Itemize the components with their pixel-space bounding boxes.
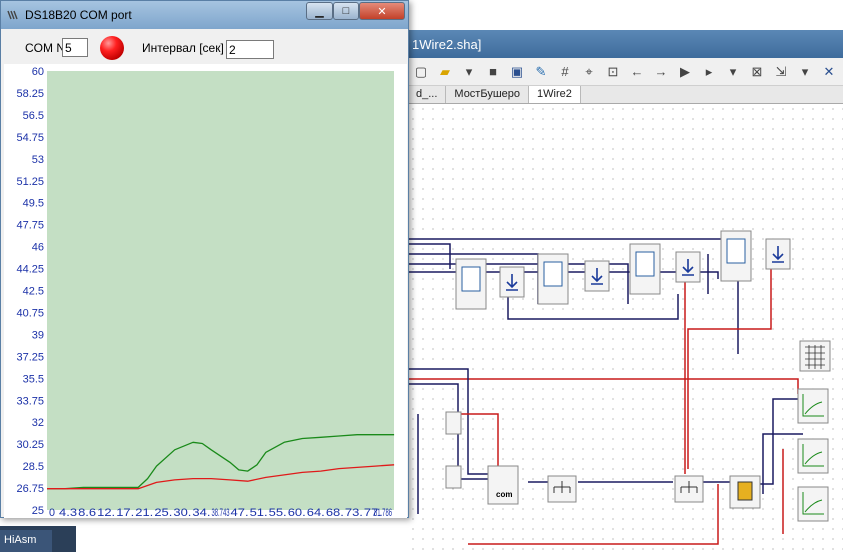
- x-tick-label: 60.: [288, 507, 306, 518]
- com-port-icon: com: [496, 490, 512, 499]
- x-tick-label: 25.: [154, 507, 172, 518]
- y-tick-label: 40.75: [16, 307, 44, 319]
- component-block[interactable]: [445, 465, 462, 489]
- document-icon: [543, 261, 563, 287]
- minimize-icon: ▁: [315, 5, 324, 18]
- x-tick-label: 30.: [173, 507, 191, 518]
- x-tick-label: 0: [49, 507, 55, 518]
- stop-icon[interactable]: ■: [484, 63, 502, 81]
- y-tick-label: 26.75: [16, 483, 44, 495]
- run-icon[interactable]: ▶: [676, 63, 694, 81]
- tools-icon[interactable]: ✕: [820, 63, 838, 81]
- scheme-diagram: com: [408, 230, 831, 545]
- x-tick-label: 12.: [97, 507, 115, 518]
- save-icon[interactable]: ▣: [508, 63, 526, 81]
- wire: [753, 398, 798, 485]
- y-tick-label: 25: [32, 505, 44, 517]
- x-tick-label: 34.: [192, 507, 210, 518]
- minimize-button[interactable]: ▁: [306, 2, 333, 20]
- com-number-label: COM N: [25, 41, 65, 55]
- document-icon: [461, 266, 481, 292]
- interval-input[interactable]: [226, 40, 274, 59]
- plot-area: [47, 71, 394, 510]
- scheme-canvas[interactable]: com: [408, 104, 843, 552]
- x-tick-label: 47.: [231, 507, 249, 518]
- dropdown-arrow-icon[interactable]: ▾: [796, 63, 814, 81]
- wire: [408, 378, 799, 394]
- editor-tabs: d_... МостБушеро 1Wire2: [408, 86, 843, 104]
- export-icon[interactable]: ⇲: [772, 63, 790, 81]
- y-tick-label: 51.25: [16, 176, 44, 188]
- y-tick-label: 53: [32, 154, 44, 166]
- x-tick-label: 17.: [116, 507, 134, 518]
- dropdown-arrow-icon[interactable]: ▾: [460, 63, 478, 81]
- dropdown-arrow-icon[interactable]: ▾: [724, 63, 742, 81]
- ds18b20-dialog: DS18B20 COM port ▁ □ ✕ COM N Интервал [с…: [0, 0, 409, 518]
- y-tick-label: 32: [32, 417, 44, 429]
- edit-icon[interactable]: ✎: [532, 63, 550, 81]
- x-tick-label: 81.786: [374, 507, 392, 518]
- x-axis-ticks: 0 4.3 8.6 12. 17. 21. 25. 30. 34. 38.743 47. 51. 55.…: [49, 507, 392, 518]
- undo-arrow-icon[interactable]: ←: [628, 63, 646, 81]
- controls-panel: COM N Интервал [сек]: [5, 31, 404, 65]
- tab-1wire2[interactable]: 1Wire2: [529, 86, 581, 103]
- y-tick-label: 60: [32, 66, 44, 78]
- run-options-icon[interactable]: ▸: [700, 63, 718, 81]
- chart-svg: 6058.2556.554.755351.2549.547.754644.254…: [4, 64, 407, 518]
- wire: [408, 243, 451, 269]
- y-tick-label: 37.25: [16, 351, 44, 363]
- x-tick-label: 55.: [269, 507, 287, 518]
- component-block[interactable]: [445, 411, 462, 435]
- wire: [687, 264, 772, 469]
- dialog-title: DS18B20 COM port: [25, 8, 132, 22]
- y-tick-label: 44.25: [16, 264, 44, 276]
- tab-mostbushero[interactable]: МостБушеро: [446, 86, 530, 103]
- taskbar-item-hiasm[interactable]: HiAsm: [0, 530, 52, 552]
- x-tick-label: 51.: [250, 507, 268, 518]
- align-icon[interactable]: ⌖: [580, 63, 598, 81]
- status-led-indicator: [100, 36, 124, 60]
- temperature-chart: 60 58.25 56.5 54.75 53 51.25 49.5 47.75 46 44.25 4…: [4, 64, 407, 518]
- maximize-button[interactable]: □: [333, 2, 359, 20]
- redo-arrow-icon[interactable]: →: [652, 63, 670, 81]
- editor-toolbar: ▢ ▰ ▾ ■ ▣ ✎ # ⌖ ⊡ ← → ▶ ▸ ▾ ⊠ ⇲ ▾ ✕: [408, 58, 843, 86]
- editor-title-bar: 1Wire2.sha]: [408, 30, 843, 58]
- chip-icon: [737, 481, 753, 501]
- editor-title-text: 1Wire2.sha]: [412, 37, 482, 52]
- compile-icon[interactable]: ⊠: [748, 63, 766, 81]
- y-tick-label: 39: [32, 329, 44, 341]
- y-tick-label: 54.75: [16, 132, 44, 144]
- com-number-input[interactable]: [62, 38, 88, 57]
- close-icon: ✕: [377, 5, 387, 18]
- x-tick-label: 21.: [135, 507, 153, 518]
- x-tick-label: 38.743: [212, 507, 230, 518]
- x-tick-label: 68.: [326, 507, 344, 518]
- y-tick-label: 56.5: [23, 110, 44, 122]
- maximize-icon: □: [342, 5, 350, 17]
- interval-label: Интервал [сек]: [142, 41, 224, 55]
- y-tick-label: 28.5: [23, 461, 44, 473]
- x-tick-label: 8.6: [78, 507, 96, 518]
- y-tick-label: 47.75: [16, 220, 44, 232]
- grid-icon[interactable]: #: [556, 63, 574, 81]
- frame-icon[interactable]: ⊡: [604, 63, 622, 81]
- document-icon: [635, 251, 655, 277]
- y-tick-label: 49.5: [23, 198, 44, 210]
- close-button[interactable]: ✕: [359, 2, 405, 20]
- x-tick-label: 64.: [307, 507, 325, 518]
- x-tick-label: 4.3: [59, 507, 77, 518]
- tab-d[interactable]: d_...: [408, 86, 447, 103]
- y-tick-label: 35.5: [23, 373, 44, 385]
- y-tick-label: 30.25: [16, 439, 44, 451]
- document-icon: [726, 238, 746, 264]
- x-tick-label: 73.: [345, 507, 363, 518]
- y-tick-label: 46: [32, 242, 44, 254]
- dialog-title-bar[interactable]: DS18B20 COM port ▁ □ ✕: [1, 1, 408, 29]
- y-tick-label: 58.25: [16, 88, 44, 100]
- new-file-icon[interactable]: ▢: [412, 63, 430, 81]
- y-tick-label: 42.5: [23, 286, 44, 298]
- app-icon: [7, 10, 18, 20]
- open-folder-icon[interactable]: ▰: [436, 63, 454, 81]
- y-tick-label: 33.75: [16, 395, 44, 407]
